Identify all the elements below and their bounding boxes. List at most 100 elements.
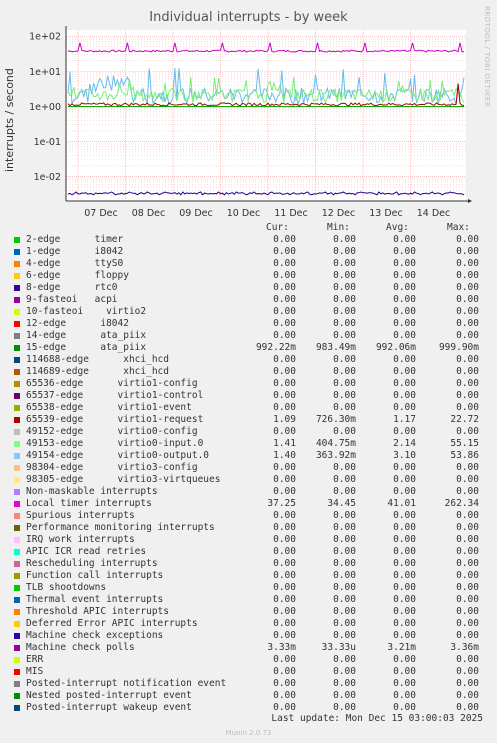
legend-min-value: 0.00 [333, 618, 356, 629]
legend-min-value: 0.00 [333, 258, 356, 269]
legend-cur-value: 1.41 [273, 438, 296, 449]
legend-row: Deferred Error APIC interrupts 0.00 0.00 0.… [0, 618, 497, 630]
legend-row: Performance monitoring interrupts 0.00 0.0… [0, 522, 497, 534]
legend-max-value: 0.00 [456, 354, 479, 365]
legend-max-value: 0.00 [456, 270, 479, 281]
legend-swatch [14, 657, 20, 663]
legend-cur-value: 3.33m [267, 642, 296, 653]
legend-min-value: 0.00 [333, 270, 356, 281]
legend-max-value: 0.00 [456, 234, 479, 245]
legend-row: 49152-edge virtio0-config 0.00 0.00 0.00 0.0… [0, 426, 497, 438]
legend-row: 14-edge ata_piix 0.00 0.00 0.00 0.00 [0, 330, 497, 342]
legend-row: 49153-edge virtio0-input.0 1.41 404.75m 2.1… [0, 438, 497, 450]
legend-min-value: 0.00 [333, 294, 356, 305]
legend-min-value: 0.00 [333, 366, 356, 377]
legend-swatch [14, 345, 20, 351]
legend-cur-value: 0.00 [273, 234, 296, 245]
legend-swatch [14, 333, 20, 339]
legend-label: MIS [26, 666, 44, 677]
legend-cur-value: 0.00 [273, 522, 296, 533]
legend-max-value: 0.00 [456, 282, 479, 293]
legend-avg-value: 0.00 [393, 582, 416, 593]
legend-min-value: 0.00 [333, 606, 356, 617]
legend-label: 98304-edge virtio3-config [26, 462, 198, 473]
legend-avg-value: 0.00 [393, 666, 416, 677]
legend-label: 65536-edge virtio1-config [26, 378, 198, 389]
legend-swatch [14, 621, 20, 627]
legend-label: Rescheduling interrupts [26, 558, 158, 569]
legend-cur-value: 0.00 [273, 318, 296, 329]
legend-avg-value: 1.17 [393, 414, 416, 425]
legend-max-value: 0.00 [456, 402, 479, 413]
x-tick-label: 14 Dec [417, 208, 451, 219]
legend-min-value: 0.00 [333, 330, 356, 341]
legend-avg-value: 0.00 [393, 462, 416, 473]
legend-avg-value: 0.00 [393, 474, 416, 485]
legend-avg-value: 2.14 [393, 438, 416, 449]
legend-min-value: 0.00 [333, 486, 356, 497]
munin-version: Munin 2.0.73 [225, 729, 272, 737]
legend-swatch [14, 537, 20, 543]
legend-cur-value: 0.00 [273, 294, 296, 305]
legend-max-value: 999.90m [438, 342, 479, 353]
legend-row: 1-edge i8042 0.00 0.00 0.00 0.00 [0, 246, 497, 258]
legend-row: 15-edge ata_piix 992.22m 983.49m 992.06m 999… [0, 342, 497, 354]
legend-max-value: 0.00 [456, 294, 479, 305]
legend-label: Nested posted-interrupt event [26, 690, 192, 701]
legend-swatch [14, 309, 20, 315]
legend-cur-value: 0.00 [273, 558, 296, 569]
legend-max-value: 0.00 [456, 630, 479, 641]
legend-min-value: 0.00 [333, 594, 356, 605]
legend-label: IRQ work interrupts [26, 534, 135, 545]
legend-avg-value: 0.00 [393, 330, 416, 341]
legend-avg-value: 0.00 [393, 618, 416, 629]
legend-max-value: 0.00 [456, 666, 479, 677]
legend-swatch [14, 513, 20, 519]
x-tick-label: 12 Dec [322, 208, 356, 219]
legend-avg-value: 0.00 [393, 366, 416, 377]
legend-avg-value: 0.00 [393, 702, 416, 713]
legend-swatch [14, 489, 20, 495]
legend-max-value: 0.00 [456, 306, 479, 317]
legend-avg-value: 0.00 [393, 690, 416, 701]
legend-swatch [14, 585, 20, 591]
legend-avg-value: 3.21m [387, 642, 416, 653]
legend-max-value: 3.36m [450, 642, 479, 653]
plot-area [66, 30, 466, 201]
legend-min-value: 0.00 [333, 630, 356, 641]
legend-cur-value: 0.00 [273, 546, 296, 557]
legend-cur-value: 0.00 [273, 270, 296, 281]
legend-avg-value: 0.00 [393, 258, 416, 269]
legend-swatch [14, 597, 20, 603]
legend-label: Posted-interrupt notification event [26, 678, 227, 689]
legend-row: Machine check polls 3.33m 33.33u 3.21m 3.36m [0, 642, 497, 654]
legend-row: IRQ work interrupts 0.00 0.00 0.00 0.00 [0, 534, 497, 546]
legend-swatch [14, 669, 20, 675]
legend-avg-value: 0.00 [393, 426, 416, 437]
legend-swatch [14, 465, 20, 471]
legend-cur-value: 1.40 [273, 450, 296, 461]
legend-label: 14-edge ata_piix [26, 330, 147, 341]
legend-max-value: 53.86 [450, 450, 479, 461]
legend-avg-value: 0.00 [393, 654, 416, 665]
legend-cur-value: 0.00 [273, 474, 296, 485]
legend-row: 4-edge ttyS0 0.00 0.00 0.00 0.00 [0, 258, 497, 270]
legend-row: Spurious interrupts 0.00 0.00 0.00 0.00 [0, 510, 497, 522]
legend-label: ERR [26, 654, 44, 665]
legend-row: APIC ICR read retries 0.00 0.00 0.00 0.00 [0, 546, 497, 558]
legend-label: Performance monitoring interrupts [26, 522, 215, 533]
header-max: Max: [447, 222, 470, 233]
chart-plot: 07 Dec 08 Dec 09 Dec 10 Dec 11 Dec 12 Dec 13 D… [29, 26, 472, 219]
legend-cur-value: 0.00 [273, 330, 296, 341]
header-avg: Avg: [386, 222, 409, 233]
legend-row: 114689-edge xhci_hcd 0.00 0.00 0.00 0.00 [0, 366, 497, 378]
legend-min-value: 0.00 [333, 702, 356, 713]
legend-min-value: 0.00 [333, 474, 356, 485]
legend-max-value: 262.34 [444, 498, 479, 509]
legend-avg-value: 0.00 [393, 246, 416, 257]
legend-row: 49154-edge virtio0-output.0 1.40 363.92m 3.… [0, 450, 497, 462]
legend-row: 65538-edge virtio1-event 0.00 0.00 0.00 0.00 [0, 402, 497, 414]
legend-swatch [14, 705, 20, 711]
legend-swatch [14, 633, 20, 639]
legend-row: Threshold APIC interrupts 0.00 0.00 0.00 0.0… [0, 606, 497, 618]
